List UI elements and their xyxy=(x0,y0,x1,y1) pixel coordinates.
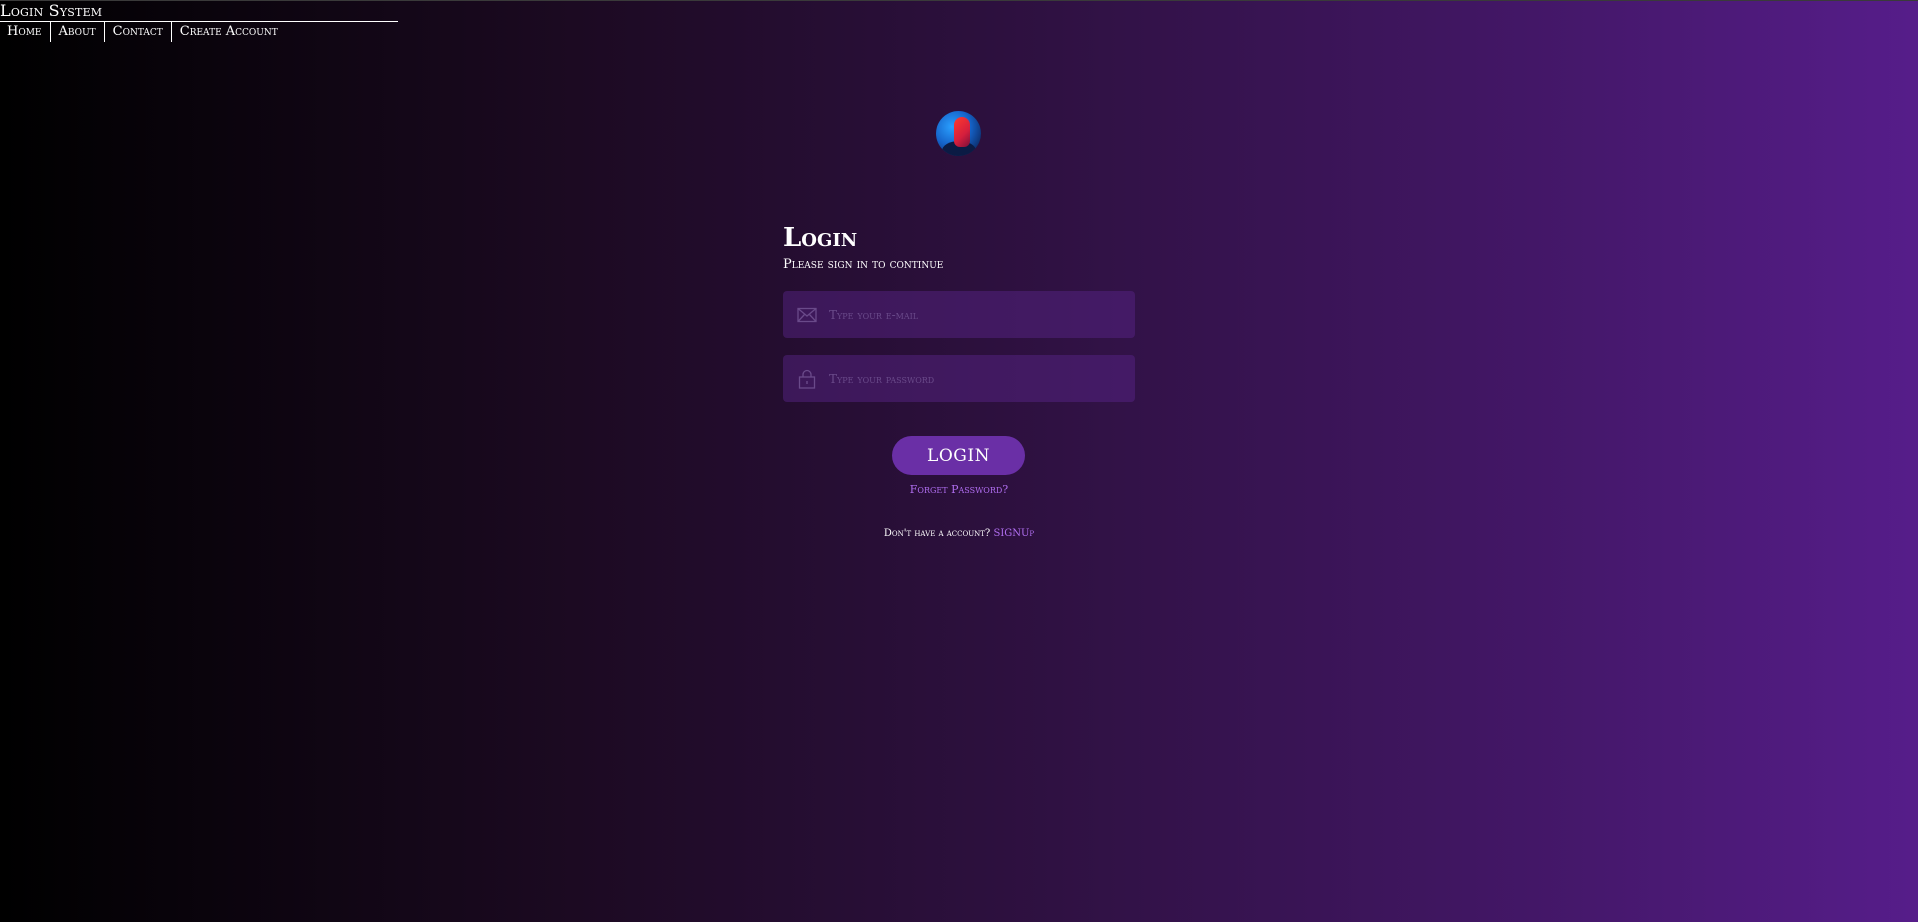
email-input[interactable] xyxy=(829,294,1135,335)
forget-password-link[interactable]: Forget Password? xyxy=(910,483,1008,496)
envelope-icon xyxy=(797,305,817,325)
password-input[interactable] xyxy=(829,358,1135,399)
nav-home[interactable]: Home xyxy=(0,22,51,42)
page-title: Login xyxy=(783,223,858,253)
page-subtitle: Please sign in to continue xyxy=(783,257,944,272)
lock-icon xyxy=(797,369,817,389)
avatar xyxy=(936,111,981,156)
password-field xyxy=(783,355,1135,402)
brand-title: Login System xyxy=(0,1,398,22)
forget-password-row: Forget Password? xyxy=(0,482,1918,497)
main-nav: Home About Contact Create Account xyxy=(0,22,286,42)
nav-contact[interactable]: Contact xyxy=(105,22,172,42)
signup-link[interactable]: SIGNUp xyxy=(993,528,1034,539)
avatar-face xyxy=(954,117,970,147)
email-field xyxy=(783,291,1135,338)
nav-about[interactable]: About xyxy=(51,22,105,42)
nav-create-account[interactable]: Create Account xyxy=(172,22,286,42)
signup-row: Don't have a account? SIGNUp xyxy=(0,527,1918,541)
signup-prompt: Don't have a account? xyxy=(883,528,991,539)
login-button[interactable]: LOGIN xyxy=(892,436,1025,475)
